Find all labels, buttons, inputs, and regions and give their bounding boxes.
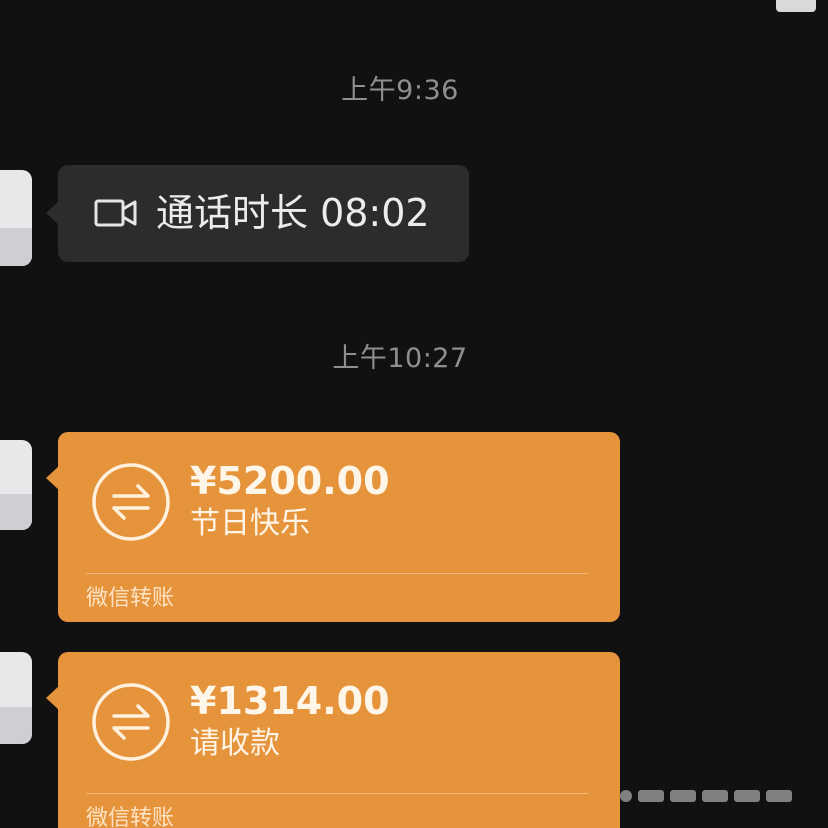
video-call-icon <box>94 199 137 227</box>
transfer-bubble[interactable]: ¥1314.00 请收款 微信转账 <box>46 652 620 828</box>
avatar[interactable] <box>0 440 32 530</box>
avatar[interactable] <box>0 652 32 744</box>
transfer-arrows-icon <box>92 683 170 761</box>
transfer-bubble[interactable]: ¥5200.00 节日快乐 微信转账 <box>46 432 620 622</box>
transfer-footer: 微信转账 <box>86 806 175 828</box>
avatar[interactable] <box>0 170 32 266</box>
divider <box>86 573 588 574</box>
transfer-amount: ¥5200.00 <box>190 459 390 503</box>
timestamp: 上午10:27 <box>332 343 468 374</box>
top-thumbnail <box>776 0 816 12</box>
call-duration-text: 通话时长 08:02 <box>156 191 430 235</box>
chat-screen: 上午9:36 通话时长 08:02 上午10:27 ¥5200.00 节日快乐 … <box>0 0 828 828</box>
transfer-arrows-icon <box>92 463 170 541</box>
timestamp: 上午9:36 <box>341 75 459 106</box>
transfer-amount: ¥1314.00 <box>190 679 390 723</box>
transfer-note: 请收款 <box>190 726 280 761</box>
transfer-footer: 微信转账 <box>86 586 175 611</box>
video-call-bubble[interactable]: 通话时长 08:02 <box>46 165 469 262</box>
divider <box>86 793 588 794</box>
transfer-note: 节日快乐 <box>190 506 310 541</box>
watermark <box>620 790 792 802</box>
